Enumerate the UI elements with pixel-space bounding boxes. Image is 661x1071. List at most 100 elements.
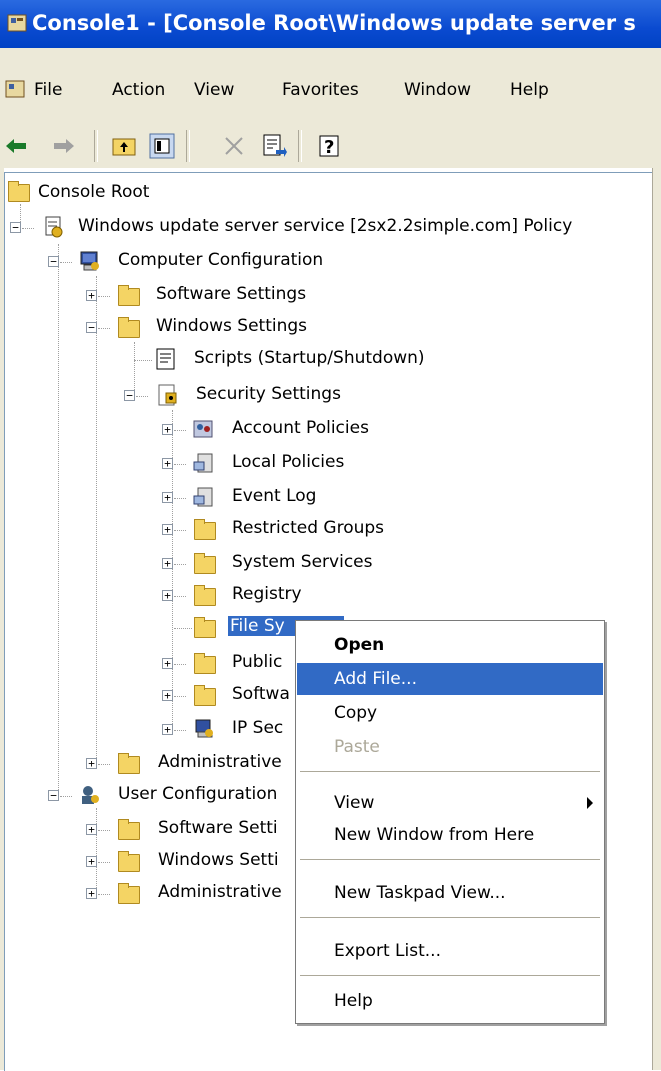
- tree-node-registry[interactable]: Registry: [192, 580, 442, 610]
- tree-node-label: Software Setti: [158, 818, 278, 838]
- tree-node-computer-configuration[interactable]: Computer Configuration: [78, 246, 378, 276]
- tree-node-user-windows-settings[interactable]: Windows Setti: [118, 846, 294, 876]
- tree-node-label: Windows Settings: [156, 316, 308, 336]
- menu-item-label: Copy: [334, 703, 378, 723]
- tree-node-user-configuration[interactable]: User Configuration: [78, 780, 294, 810]
- menu-item-view[interactable]: View: [297, 787, 603, 819]
- collapse-icon[interactable]: −: [124, 390, 135, 401]
- back-icon[interactable]: [2, 132, 30, 160]
- expand-icon[interactable]: +: [162, 424, 173, 435]
- collapse-icon[interactable]: −: [86, 322, 97, 333]
- tree-node-security-settings[interactable]: Security Settings: [156, 380, 406, 410]
- tree-node-label: User Configuration: [118, 784, 278, 804]
- toolbar: ?: [0, 124, 661, 168]
- expand-icon[interactable]: +: [162, 658, 173, 669]
- tree-node-user-software-settings[interactable]: Software Setti: [118, 814, 294, 844]
- tree-node-user-administrative-templates[interactable]: Administrative: [118, 878, 294, 908]
- menu-item-label: View: [334, 793, 375, 813]
- menu-item-open[interactable]: Open: [297, 629, 603, 661]
- tree-line: [174, 564, 186, 565]
- menu-item-help[interactable]: Help: [297, 985, 603, 1017]
- help-icon[interactable]: ?: [316, 132, 344, 160]
- tree-node-scripts[interactable]: Scripts (Startup/Shutdown): [154, 344, 474, 374]
- tree-node-label: Local Policies: [232, 452, 345, 472]
- expand-icon[interactable]: +: [86, 888, 97, 899]
- expand-icon[interactable]: +: [86, 290, 97, 301]
- delete-icon[interactable]: [220, 132, 248, 160]
- folder-icon: [118, 285, 140, 306]
- forward-icon[interactable]: [50, 132, 78, 160]
- expand-icon[interactable]: +: [162, 458, 173, 469]
- tree-line: [136, 396, 148, 397]
- menu-view[interactable]: View: [194, 80, 234, 100]
- folder-icon: [118, 317, 140, 338]
- tree-node-restricted-groups[interactable]: Restricted Groups: [192, 514, 442, 544]
- expand-icon[interactable]: +: [162, 690, 173, 701]
- menu-item-new-window[interactable]: New Window from Here: [297, 819, 603, 851]
- menu-item-paste[interactable]: Paste: [297, 731, 603, 763]
- collapse-icon[interactable]: −: [48, 256, 59, 267]
- expand-icon[interactable]: +: [86, 758, 97, 769]
- tree-line: [22, 228, 34, 229]
- menu-bar: File Action View Favorites Window Help: [0, 70, 661, 110]
- folder-icon: [194, 685, 216, 706]
- tree-node-software-settings[interactable]: Software Settings: [118, 280, 368, 310]
- tree-node-system-services[interactable]: System Services: [192, 548, 442, 578]
- tree-node-policy[interactable]: Windows update server service [2sx2.2sim…: [42, 212, 642, 242]
- tree-node-label: Administrative: [158, 882, 282, 902]
- event-log-icon: [192, 485, 214, 507]
- tree-line: [174, 628, 192, 629]
- menu-item-label: New Taskpad View...: [334, 883, 506, 903]
- tree-line: [96, 808, 97, 892]
- tree-node-local-policies[interactable]: Local Policies: [192, 448, 442, 478]
- menu-help[interactable]: Help: [510, 80, 549, 100]
- expand-icon[interactable]: +: [162, 590, 173, 601]
- splitter-bar[interactable]: [652, 168, 661, 1070]
- mmc-document-icon[interactable]: [4, 78, 26, 105]
- tree-node-software-restriction[interactable]: Softwa: [192, 680, 292, 710]
- tree-node-label: Account Policies: [232, 418, 369, 438]
- menu-item-label: New Window from Here: [334, 825, 535, 845]
- tree-node-label: Restricted Groups: [232, 518, 385, 538]
- menu-item-export-list[interactable]: Export List...: [297, 935, 603, 967]
- tree-node-public-key-policies[interactable]: Public: [192, 648, 292, 678]
- menubar-gap: [0, 48, 661, 70]
- folder-icon: [8, 181, 30, 202]
- collapse-icon[interactable]: −: [48, 790, 59, 801]
- menu-item-copy[interactable]: Copy: [297, 697, 603, 729]
- menu-window[interactable]: Window: [404, 80, 471, 100]
- expand-icon[interactable]: +: [162, 492, 173, 503]
- tree-node-windows-settings[interactable]: Windows Settings: [118, 312, 368, 342]
- up-level-icon[interactable]: [110, 132, 138, 160]
- window-title: Console1 - [Console Root\Windows update …: [32, 11, 636, 35]
- expand-icon[interactable]: +: [86, 824, 97, 835]
- menu-item-label: Paste: [334, 737, 380, 757]
- expand-icon[interactable]: +: [162, 724, 173, 735]
- user-config-icon: [78, 783, 100, 804]
- tree-node-ip-security[interactable]: IP Sec: [192, 714, 292, 744]
- menu-favorites[interactable]: Favorites: [282, 80, 359, 100]
- show-hide-tree-icon[interactable]: [148, 132, 176, 160]
- collapse-icon[interactable]: −: [10, 222, 21, 233]
- tree-node-account-policies[interactable]: Account Policies: [192, 414, 442, 444]
- tree-line: [174, 498, 186, 499]
- expand-icon[interactable]: +: [86, 856, 97, 867]
- expand-icon[interactable]: +: [162, 558, 173, 569]
- menu-action[interactable]: Action: [112, 80, 165, 100]
- tree-line: [98, 764, 110, 765]
- tree-node-administrative-templates[interactable]: Administrative: [118, 748, 294, 778]
- export-list-icon[interactable]: [260, 132, 288, 160]
- tree-node-label: Software Settings: [156, 284, 307, 304]
- tree-node-console-root[interactable]: Console Root: [8, 178, 208, 208]
- menu-file[interactable]: File: [34, 80, 62, 100]
- tree-line: [58, 244, 59, 796]
- menu-item-add-file[interactable]: Add File...: [297, 663, 603, 695]
- expand-icon[interactable]: +: [162, 524, 173, 535]
- tree-node-label: Softwa: [232, 684, 290, 704]
- tree-line: [174, 464, 186, 465]
- menu-item-new-taskpad[interactable]: New Taskpad View...: [297, 877, 603, 909]
- folder-icon: [118, 753, 140, 774]
- toolbar-separator: [94, 130, 98, 162]
- tree-line: [98, 830, 110, 831]
- tree-node-event-log[interactable]: Event Log: [192, 482, 442, 512]
